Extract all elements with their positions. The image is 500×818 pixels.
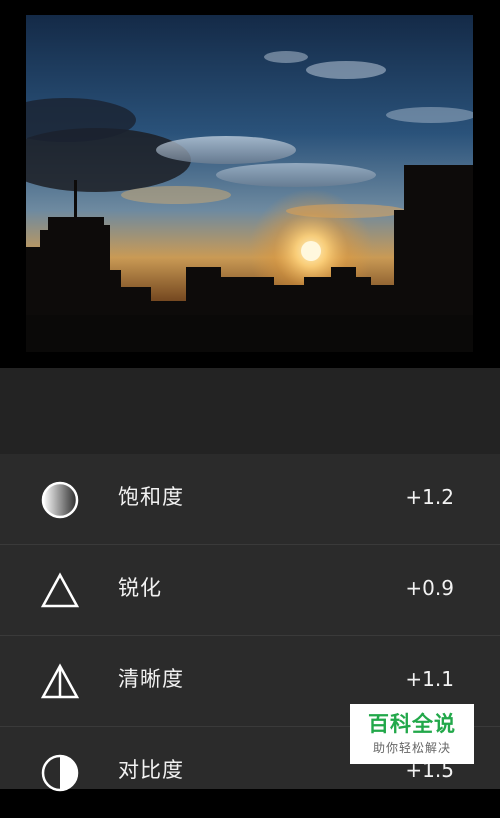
adjustment-label: 饱和度 [118,485,184,509]
adjustment-value: +0.9 [405,576,454,600]
photo-preview [26,15,473,352]
adjustment-row-sharpen[interactable]: 锐化 +0.9 [0,545,500,636]
sharpen-icon [40,572,80,608]
adjustment-value: +1.1 [405,667,454,691]
adjustment-label: 锐化 [118,576,162,600]
watermark-slogan: 助你轻松解决 [372,741,451,755]
photo-preview-area [0,0,500,368]
adjustment-label: 清晰度 [118,667,184,691]
adjustment-label: 对比度 [118,758,184,782]
saturation-icon [41,481,79,519]
adjustment-row-saturation[interactable]: 饱和度 +1.2 [0,454,500,545]
adjustment-value: +1.2 [405,485,454,509]
clarity-icon [40,663,80,699]
contrast-icon [41,754,79,792]
watermark-brand: 百科全说 [368,712,456,736]
collapse-bar[interactable] [0,368,500,782]
watermark-logo: 百科全说 助你轻松解决 [350,704,474,764]
